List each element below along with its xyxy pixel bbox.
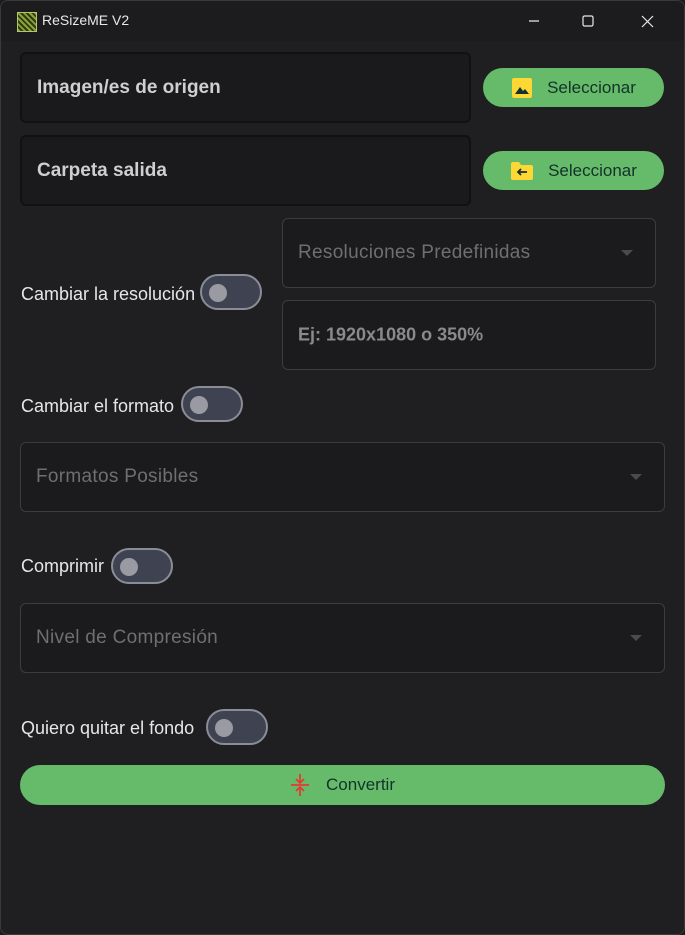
- convert-label: Convertir: [326, 775, 395, 794]
- compress-toggle-label: Comprimir: [21, 556, 104, 576]
- resolution-toggle[interactable]: [200, 274, 262, 310]
- select-output-label: Seleccionar: [548, 160, 637, 180]
- close-button[interactable]: [621, 1, 673, 41]
- maximize-button[interactable]: [562, 1, 614, 41]
- toggle-knob: [209, 284, 227, 302]
- source-images-field[interactable]: Imagen/es de origen: [20, 52, 471, 123]
- resizeme-logo-icon: [17, 12, 37, 32]
- format-toggle[interactable]: [181, 386, 243, 422]
- minimize-button[interactable]: [508, 1, 560, 41]
- format-dropdown[interactable]: Formatos Posibles: [20, 442, 665, 512]
- maximize-icon: [582, 15, 594, 27]
- format-dropdown-label: Formatos Posibles: [36, 466, 199, 487]
- chevron-down-icon: [621, 250, 633, 256]
- resolution-preset-dropdown[interactable]: Resoluciones Predefinidas: [282, 218, 656, 288]
- remove-background-label: Quiero quitar el fondo: [21, 718, 195, 738]
- minimize-icon: [529, 20, 539, 22]
- folder-arrow-icon: [510, 160, 534, 182]
- image-icon: [511, 77, 533, 99]
- toggle-knob: [215, 719, 233, 737]
- compress-arrows-icon: [290, 773, 310, 797]
- select-output-button[interactable]: Seleccionar: [483, 151, 664, 190]
- resolution-toggle-label: Cambiar la resolución: [21, 284, 196, 304]
- select-source-label: Seleccionar: [547, 77, 636, 97]
- resolution-preset-label: Resoluciones Predefinidas: [298, 242, 531, 263]
- output-folder-label: Carpeta salida: [37, 159, 167, 181]
- chevron-down-icon: [630, 474, 642, 480]
- select-source-button[interactable]: Seleccionar: [483, 68, 664, 107]
- remove-background-toggle[interactable]: [206, 709, 268, 745]
- close-icon: [641, 15, 653, 27]
- custom-resolution-input[interactable]: Ej: 1920x1080 o 350%: [282, 300, 656, 370]
- title-bar[interactable]: ReSizeME V2: [1, 1, 684, 41]
- toggle-knob: [190, 396, 208, 414]
- window-title: ReSizeME V2: [42, 12, 130, 28]
- compress-toggle[interactable]: [111, 548, 173, 584]
- toggle-knob: [120, 558, 138, 576]
- compression-level-dropdown[interactable]: Nivel de Compresión: [20, 603, 665, 673]
- source-images-label: Imagen/es de origen: [37, 76, 221, 98]
- app-window: ReSizeME V2 Imagen/es de origen Seleccio…: [0, 0, 685, 935]
- format-toggle-label: Cambiar el formato: [21, 396, 175, 416]
- convert-button[interactable]: Convertir: [20, 765, 665, 805]
- compression-level-label: Nivel de Compresión: [36, 627, 219, 648]
- custom-resolution-placeholder: Ej: 1920x1080 o 350%: [298, 324, 484, 345]
- output-folder-field[interactable]: Carpeta salida: [20, 135, 471, 206]
- chevron-down-icon: [630, 635, 642, 641]
